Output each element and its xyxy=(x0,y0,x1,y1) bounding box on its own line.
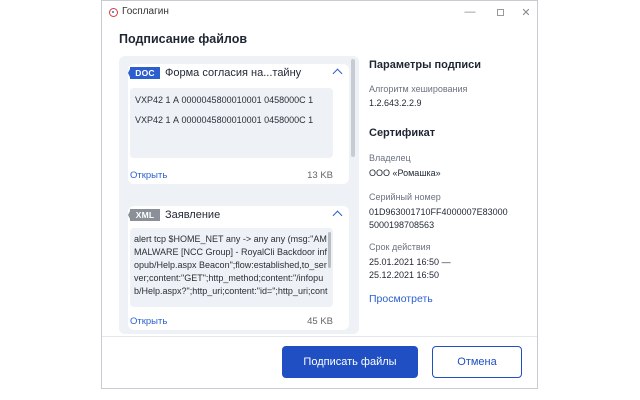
chevron-up-icon[interactable] xyxy=(332,68,343,79)
serial-value: 01D963001710FF4000007E830005000198708563 xyxy=(369,207,508,230)
open-file-link[interactable]: Открыть xyxy=(130,170,167,181)
validity-from: 25.01.2021 16:50 — xyxy=(369,257,451,267)
preview-line: VXP42 1 А 0000045800010001 0458000С 1 xyxy=(135,115,314,125)
params-title: Параметры подписи xyxy=(369,59,482,71)
view-certificate-link[interactable]: Просмотреть xyxy=(369,293,433,305)
owner-value: ООО «Ромашка» xyxy=(369,168,441,178)
file-preview: VXP42 1 А 0000045800010001 0458000С 1 VX… xyxy=(130,88,333,158)
file-size: 45 KB xyxy=(307,316,333,327)
close-button[interactable]: ✕ xyxy=(516,3,536,21)
files-list: DOC Форма согласия на...тайну VXP42 1 А … xyxy=(119,56,359,334)
open-file-link[interactable]: Открыть xyxy=(130,316,167,327)
title-bar: Госплагин — ✕ xyxy=(102,1,537,25)
owner-label: Владелец xyxy=(369,153,411,163)
preview-line: VXP42 1 А 0000045800010001 0458000С 1 xyxy=(135,95,314,105)
preview-scrollbar[interactable] xyxy=(328,232,331,268)
doc-badge-icon: DOC xyxy=(128,67,160,79)
plugin-window: Госплагин — ✕ Подписание файлов DOC Форм… xyxy=(101,0,538,389)
minimize-button[interactable]: — xyxy=(460,3,480,21)
validity-label: Срок действия xyxy=(369,242,431,252)
xml-badge-icon: XML xyxy=(128,209,160,221)
app-title: Госплагин xyxy=(122,6,169,17)
file-preview: alert tcp $HOME_NET any -> any any (msg:… xyxy=(130,228,333,307)
file-name: Заявление xyxy=(165,209,221,221)
file-size: 13 KB xyxy=(307,170,333,181)
serial-label: Серийный номер xyxy=(369,192,441,202)
cert-title: Сертификат xyxy=(369,127,436,139)
maximize-icon xyxy=(496,8,504,16)
sign-files-button[interactable]: Подписать файлы xyxy=(282,346,418,378)
chevron-up-icon[interactable] xyxy=(332,210,343,221)
cancel-button[interactable]: Отмена xyxy=(432,346,522,378)
footer-divider xyxy=(102,336,537,337)
files-scrollbar[interactable] xyxy=(351,59,355,157)
hash-value: 1.2.643.2.2.9 xyxy=(369,98,422,108)
maximize-button[interactable] xyxy=(490,3,510,21)
file-card-xml: XML Заявление alert tcp $HOME_NET any ->… xyxy=(128,206,349,330)
file-name: Форма согласия на...тайну xyxy=(165,67,302,79)
file-card-doc: DOC Форма согласия на...тайну VXP42 1 А … xyxy=(128,64,349,184)
validity-to: 25.12.2021 16:50 xyxy=(369,270,440,280)
hash-label: Алгоритм хеширования xyxy=(369,84,468,94)
page-title: Подписание файлов xyxy=(119,32,248,46)
app-logo-icon xyxy=(109,8,118,17)
